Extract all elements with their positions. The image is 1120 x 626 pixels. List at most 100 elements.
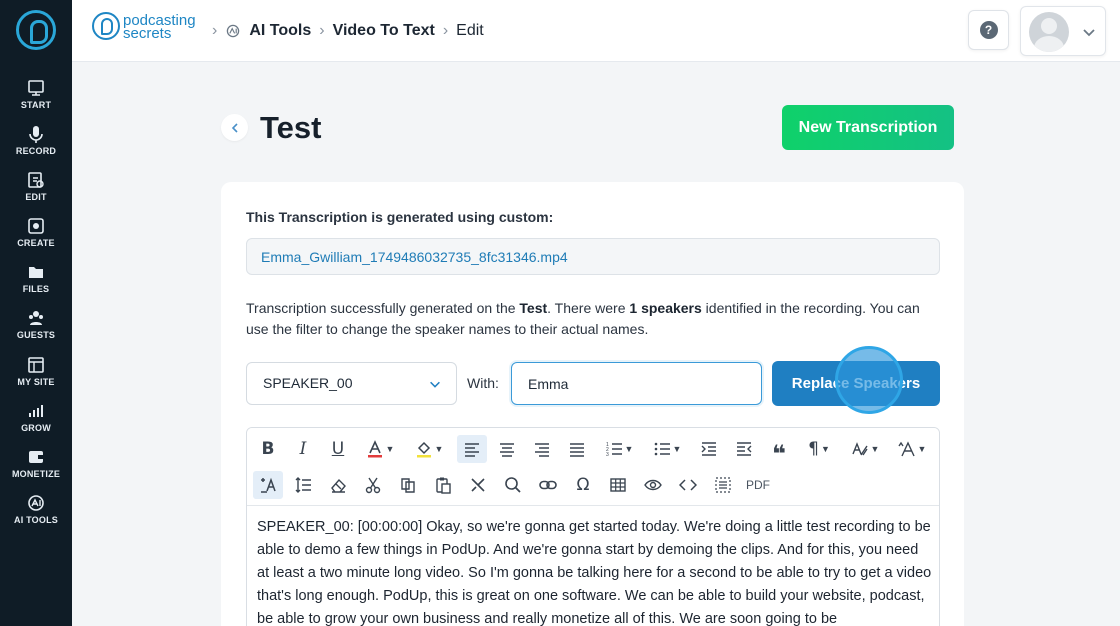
align-left-button[interactable]	[457, 435, 487, 463]
outdent-icon	[737, 442, 752, 456]
eraser-icon	[331, 478, 346, 493]
back-button[interactable]	[221, 114, 248, 141]
sidebar-item-monetize[interactable]: MONETIZE	[0, 447, 72, 487]
new-transcription-button[interactable]: New Transcription	[782, 105, 954, 150]
bullet-list-button[interactable]: ▼	[647, 435, 687, 463]
search-button[interactable]	[498, 471, 528, 499]
eye-icon	[644, 479, 662, 491]
svg-text:3: 3	[606, 452, 609, 458]
desc-speakers: 1 speakers	[629, 300, 702, 316]
line-height-button[interactable]	[288, 471, 318, 499]
caret-down-icon: ▼	[917, 444, 927, 454]
text-style-button[interactable]	[253, 471, 283, 499]
paragraph-button[interactable]: ¶ ▼	[799, 435, 839, 463]
desc-title: Test	[519, 300, 548, 316]
brand-logo[interactable]: podcasting secrets	[92, 12, 204, 44]
file-name-field: Emma_Gwilliam_1749486032735_8fc31346.mp4	[246, 238, 940, 275]
chevron-down-icon	[1083, 29, 1095, 37]
paste-button[interactable]	[428, 471, 458, 499]
ordered-list-icon: 123	[606, 442, 622, 458]
caret-down-icon: ▼	[385, 444, 395, 454]
speaker-select-value: SPEAKER_00	[263, 375, 353, 391]
copy-button[interactable]	[393, 471, 423, 499]
breadcrumb-ai-tools[interactable]: AI Tools	[249, 22, 311, 40]
caret-down-icon: ▼	[870, 444, 880, 454]
align-justify-icon	[570, 443, 584, 457]
sidebar-item-label: CREATE	[17, 238, 55, 248]
font-color-button[interactable]: ▼	[358, 435, 402, 463]
editor-content[interactable]: SPEAKER_00: [00:00:00] Okay, so we're go…	[257, 516, 933, 626]
align-justify-button[interactable]	[562, 435, 592, 463]
edit-icon	[28, 172, 44, 188]
quote-icon: ❝	[771, 440, 787, 468]
speaker-name-input[interactable]	[511, 362, 762, 405]
with-label: With:	[467, 375, 499, 391]
special-character-button[interactable]: Ω	[568, 471, 598, 499]
sidebar-item-label: MONETIZE	[11, 469, 61, 479]
align-center-button[interactable]	[492, 435, 522, 463]
rich-text-editor: B I U ▼ ▼ 1 2 3 ▼ ▼ ❝ ¶ ▼ ▼ ▼ Ω PDF SPEA…	[246, 427, 940, 626]
transcription-card: This Transcription is generated using cu…	[221, 182, 964, 626]
caret-down-icon: ▼	[820, 444, 830, 454]
italic-button[interactable]: I	[288, 435, 318, 463]
sidebar-item-edit[interactable]: EDIT	[0, 170, 72, 210]
blockquote-button[interactable]: ❝	[764, 435, 794, 468]
export-pdf-button[interactable]: PDF	[741, 471, 775, 499]
select-all-icon	[715, 477, 731, 493]
link-button[interactable]	[533, 471, 563, 499]
chevron-left-icon	[231, 122, 238, 133]
indent-button[interactable]	[694, 435, 724, 463]
breadcrumb-video-to-text[interactable]: Video To Text	[333, 22, 435, 40]
table-icon	[610, 478, 626, 492]
sidebar-item-my-site[interactable]: MY SITE	[0, 355, 72, 395]
font-size-button[interactable]: ▼	[845, 435, 885, 463]
font-size-icon	[851, 442, 868, 456]
align-right-icon	[535, 443, 549, 457]
bold-button[interactable]: B	[253, 435, 283, 463]
align-left-icon	[465, 443, 479, 457]
generated-label: This Transcription is generated using cu…	[246, 209, 554, 225]
sidebar-item-record[interactable]: RECORD	[0, 124, 72, 164]
sidebar-item-ai-tools[interactable]: AI TOOLS	[0, 493, 72, 533]
cut-button[interactable]	[358, 471, 388, 499]
top-header: podcasting secrets › AI Tools › Video To…	[72, 0, 1120, 62]
user-menu-button[interactable]	[1020, 6, 1106, 56]
pdf-icon: PDF	[746, 478, 770, 492]
underline-button[interactable]: U	[323, 435, 353, 463]
highlight-color-button[interactable]: ▼	[407, 435, 451, 463]
speaker-select[interactable]: SPEAKER_00	[246, 362, 457, 405]
underline-icon: U	[331, 439, 345, 459]
chevron-right-icon: ›	[442, 22, 449, 39]
create-icon	[28, 218, 44, 234]
remove-format-button[interactable]	[463, 471, 493, 499]
source-code-button[interactable]	[673, 471, 703, 499]
my-site-icon	[28, 357, 44, 373]
table-button[interactable]	[603, 471, 633, 499]
scissors-icon	[365, 477, 381, 494]
link-icon	[539, 480, 557, 490]
sidebar-item-label: MY SITE	[17, 377, 55, 387]
app-logo[interactable]	[16, 10, 56, 50]
ordered-list-button[interactable]: 1 2 3 ▼	[599, 435, 639, 463]
align-right-button[interactable]	[527, 435, 557, 463]
sidebar: START RECORD EDIT CREATE FILES GUESTS MY…	[0, 0, 72, 626]
preview-button[interactable]	[638, 471, 668, 499]
line-height-icon	[295, 477, 311, 493]
bullet-list-icon	[654, 442, 670, 456]
italic-icon: I	[299, 439, 307, 459]
sidebar-item-grow[interactable]: GROW	[0, 401, 72, 441]
font-family-button[interactable]: ▼	[892, 435, 932, 463]
sidebar-item-files[interactable]: FILES	[0, 262, 72, 302]
replace-speakers-button[interactable]: Replace Speakers	[772, 361, 940, 406]
eraser-button[interactable]	[323, 471, 353, 499]
help-button[interactable]: ?	[968, 10, 1009, 50]
sidebar-item-create[interactable]: CREATE	[0, 216, 72, 256]
ai-tools-icon	[227, 24, 240, 38]
grow-icon	[29, 405, 43, 417]
sidebar-item-guests[interactable]: GUESTS	[0, 308, 72, 348]
chevron-down-icon	[430, 381, 440, 388]
select-all-button[interactable]	[708, 471, 738, 499]
outdent-button[interactable]	[729, 435, 759, 463]
sidebar-item-start[interactable]: START	[0, 78, 72, 118]
code-icon	[679, 479, 697, 491]
